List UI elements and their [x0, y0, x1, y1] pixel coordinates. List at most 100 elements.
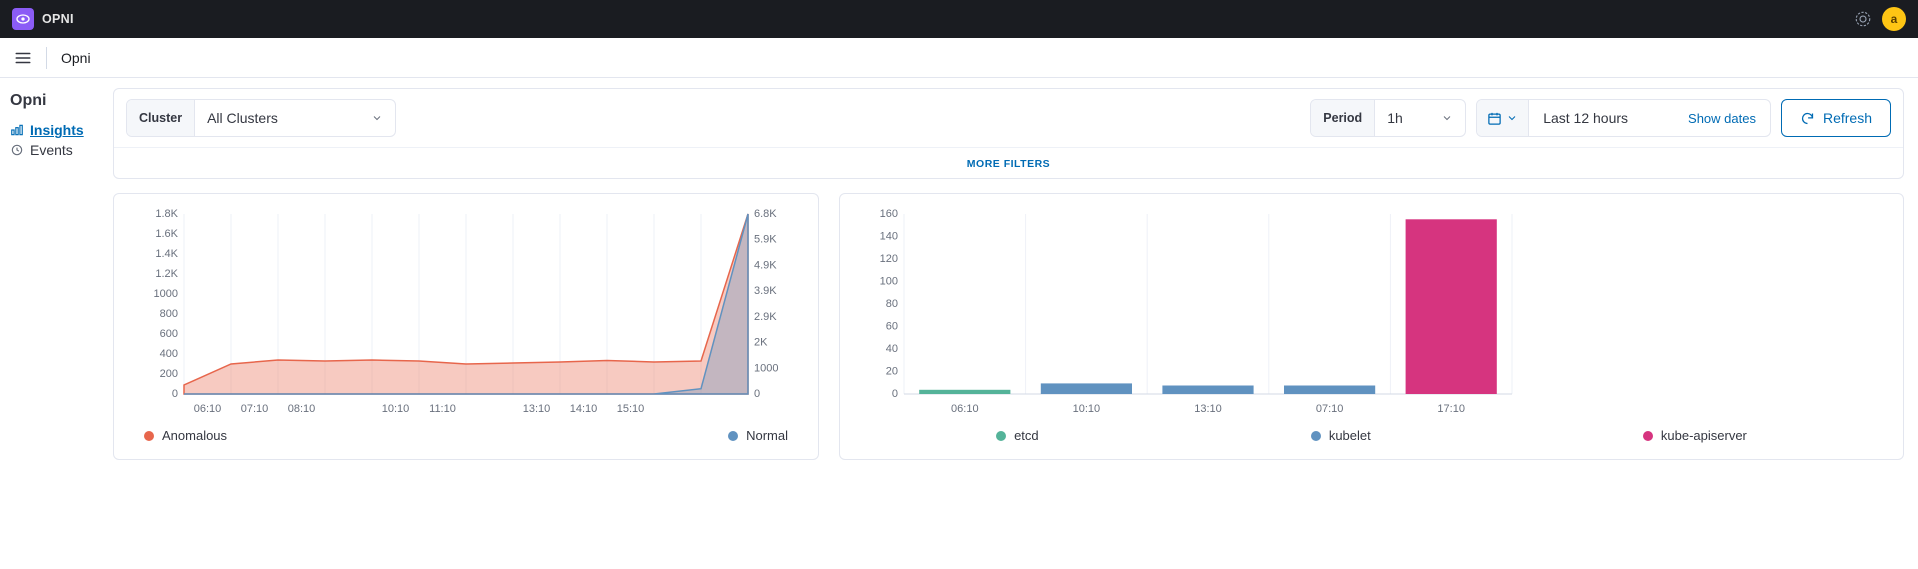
filter-left: Cluster All Clusters	[126, 99, 396, 137]
refresh-label: Refresh	[1823, 110, 1872, 126]
calendar-icon	[1487, 111, 1502, 126]
svg-text:0: 0	[892, 388, 898, 400]
divider	[46, 47, 47, 69]
svg-text:400: 400	[160, 348, 178, 360]
svg-text:120: 120	[880, 253, 898, 265]
sidebar-item-label: Events	[30, 142, 73, 158]
svg-text:06:10: 06:10	[194, 403, 222, 415]
legend-dot	[144, 431, 154, 441]
svg-text:5.9K: 5.9K	[754, 234, 777, 246]
help-icon[interactable]	[1854, 10, 1872, 28]
product-logo	[12, 8, 34, 30]
cluster-value-text: All Clusters	[207, 110, 278, 126]
svg-text:4.9K: 4.9K	[754, 259, 777, 271]
svg-text:60: 60	[886, 321, 898, 333]
cluster-select[interactable]: Cluster All Clusters	[126, 99, 396, 137]
legend-label: Normal	[746, 428, 788, 443]
avatar[interactable]: a	[1882, 7, 1906, 31]
anomaly-legend: Anomalous Normal	[144, 428, 788, 443]
show-dates-link[interactable]: Show dates	[1688, 111, 1756, 126]
chevron-down-icon	[1441, 112, 1453, 124]
breadcrumb: Opni	[61, 50, 91, 66]
svg-text:11:10: 11:10	[429, 403, 456, 415]
top-header-right: a	[1854, 7, 1906, 31]
svg-text:160: 160	[880, 208, 898, 220]
svg-text:13:10: 13:10	[1194, 403, 1222, 415]
sidebar-item-label: Insights	[30, 122, 84, 138]
calendar-button[interactable]	[1477, 100, 1529, 136]
svg-text:10:10: 10:10	[382, 403, 410, 415]
svg-text:08:10: 08:10	[288, 403, 316, 415]
svg-text:07:10: 07:10	[241, 403, 269, 415]
filter-right: Period 1h Last 12 hours Sh	[1310, 99, 1891, 137]
svg-text:10:10: 10:10	[1073, 403, 1101, 415]
sidebar-item-events[interactable]: Events	[10, 140, 103, 160]
chevron-down-icon	[1506, 112, 1518, 124]
svg-text:80: 80	[886, 298, 898, 310]
period-value-text: 1h	[1387, 110, 1403, 126]
legend-dot	[996, 431, 1006, 441]
svg-text:1000: 1000	[754, 362, 778, 374]
svg-text:600: 600	[160, 328, 178, 340]
svg-text:6.8K: 6.8K	[754, 208, 777, 220]
svg-text:2K: 2K	[754, 337, 768, 349]
sidebar: Opni Insights Events	[0, 78, 113, 480]
workload-legend: etcd kubelet kube-apiserver	[870, 428, 1873, 443]
more-filters-link[interactable]: MORE FILTERS	[967, 158, 1050, 170]
workload-chart: 0 20 40 60 80 100 120 140 160 06:10 10:10 13:10 07:1…	[870, 208, 1873, 418]
refresh-icon	[1800, 111, 1815, 126]
svg-text:140: 140	[880, 231, 898, 243]
legend-label: Anomalous	[162, 428, 227, 443]
legend-dot	[728, 431, 738, 441]
anomaly-chart-panel: 020040060080010001.2K1.4K1.6K1.8K010002K…	[113, 193, 819, 460]
period-label: Period	[1311, 100, 1375, 136]
legend-anomalous[interactable]: Anomalous	[144, 428, 227, 443]
svg-text:2.9K: 2.9K	[754, 311, 777, 323]
svg-text:100: 100	[880, 276, 898, 288]
svg-text:200: 200	[160, 368, 178, 380]
svg-text:40: 40	[886, 343, 898, 355]
workload-chart-panel: 0 20 40 60 80 100 120 140 160 06:10 10:10 13:10 07:1…	[839, 193, 1904, 460]
more-filters: MORE FILTERS	[114, 147, 1903, 178]
legend-etcd[interactable]: etcd	[996, 428, 1039, 443]
legend-kubelet[interactable]: kubelet	[1311, 428, 1371, 443]
anomaly-chart-svg: 020040060080010001.2K1.4K1.6K1.8K010002K…	[144, 208, 788, 418]
svg-text:20: 20	[886, 366, 898, 378]
refresh-button[interactable]: Refresh	[1781, 99, 1891, 137]
svg-text:3.9K: 3.9K	[754, 285, 777, 297]
svg-text:1.8K: 1.8K	[155, 208, 178, 220]
cluster-label: Cluster	[127, 100, 195, 136]
svg-text:800: 800	[160, 308, 178, 320]
insights-icon	[10, 123, 24, 137]
svg-text:07:10: 07:10	[1316, 403, 1344, 415]
legend-kube-apiserver[interactable]: kube-apiserver	[1643, 428, 1747, 443]
eye-icon	[15, 11, 31, 27]
nav-toggle-icon[interactable]	[14, 49, 32, 67]
anomaly-chart: 020040060080010001.2K1.4K1.6K1.8K010002K…	[144, 208, 788, 418]
svg-text:1.4K: 1.4K	[155, 248, 178, 260]
svg-text:1.6K: 1.6K	[155, 228, 178, 240]
body: Opni Insights Events Cluster All Cluster…	[0, 78, 1918, 480]
legend-normal[interactable]: Normal	[728, 428, 788, 443]
svg-text:13:10: 13:10	[523, 403, 551, 415]
cluster-value[interactable]: All Clusters	[195, 100, 395, 136]
svg-text:06:10: 06:10	[951, 403, 979, 415]
product-name: OPNI	[42, 12, 74, 26]
period-select[interactable]: Period 1h	[1310, 99, 1466, 137]
avatar-initial: a	[1891, 12, 1898, 26]
top-header: OPNI a	[0, 0, 1918, 38]
period-value[interactable]: 1h	[1375, 100, 1465, 136]
filter-panel: Cluster All Clusters Period 1h	[113, 88, 1904, 179]
date-range-picker[interactable]: Last 12 hours Show dates	[1476, 99, 1771, 137]
clock-icon	[10, 143, 24, 157]
date-range-text: Last 12 hours	[1543, 110, 1628, 126]
chevron-down-icon	[371, 112, 383, 124]
legend-dot	[1311, 431, 1321, 441]
main: Cluster All Clusters Period 1h	[113, 78, 1918, 480]
workload-chart-svg: 0 20 40 60 80 100 120 140 160 06:10 10:10 13:10 07:1…	[870, 208, 1518, 418]
svg-text:15:10: 15:10	[617, 403, 645, 415]
sidebar-item-insights[interactable]: Insights	[10, 120, 103, 140]
legend-label: kube-apiserver	[1661, 428, 1747, 443]
svg-text:1000: 1000	[154, 288, 178, 300]
sub-header: Opni	[0, 38, 1918, 78]
